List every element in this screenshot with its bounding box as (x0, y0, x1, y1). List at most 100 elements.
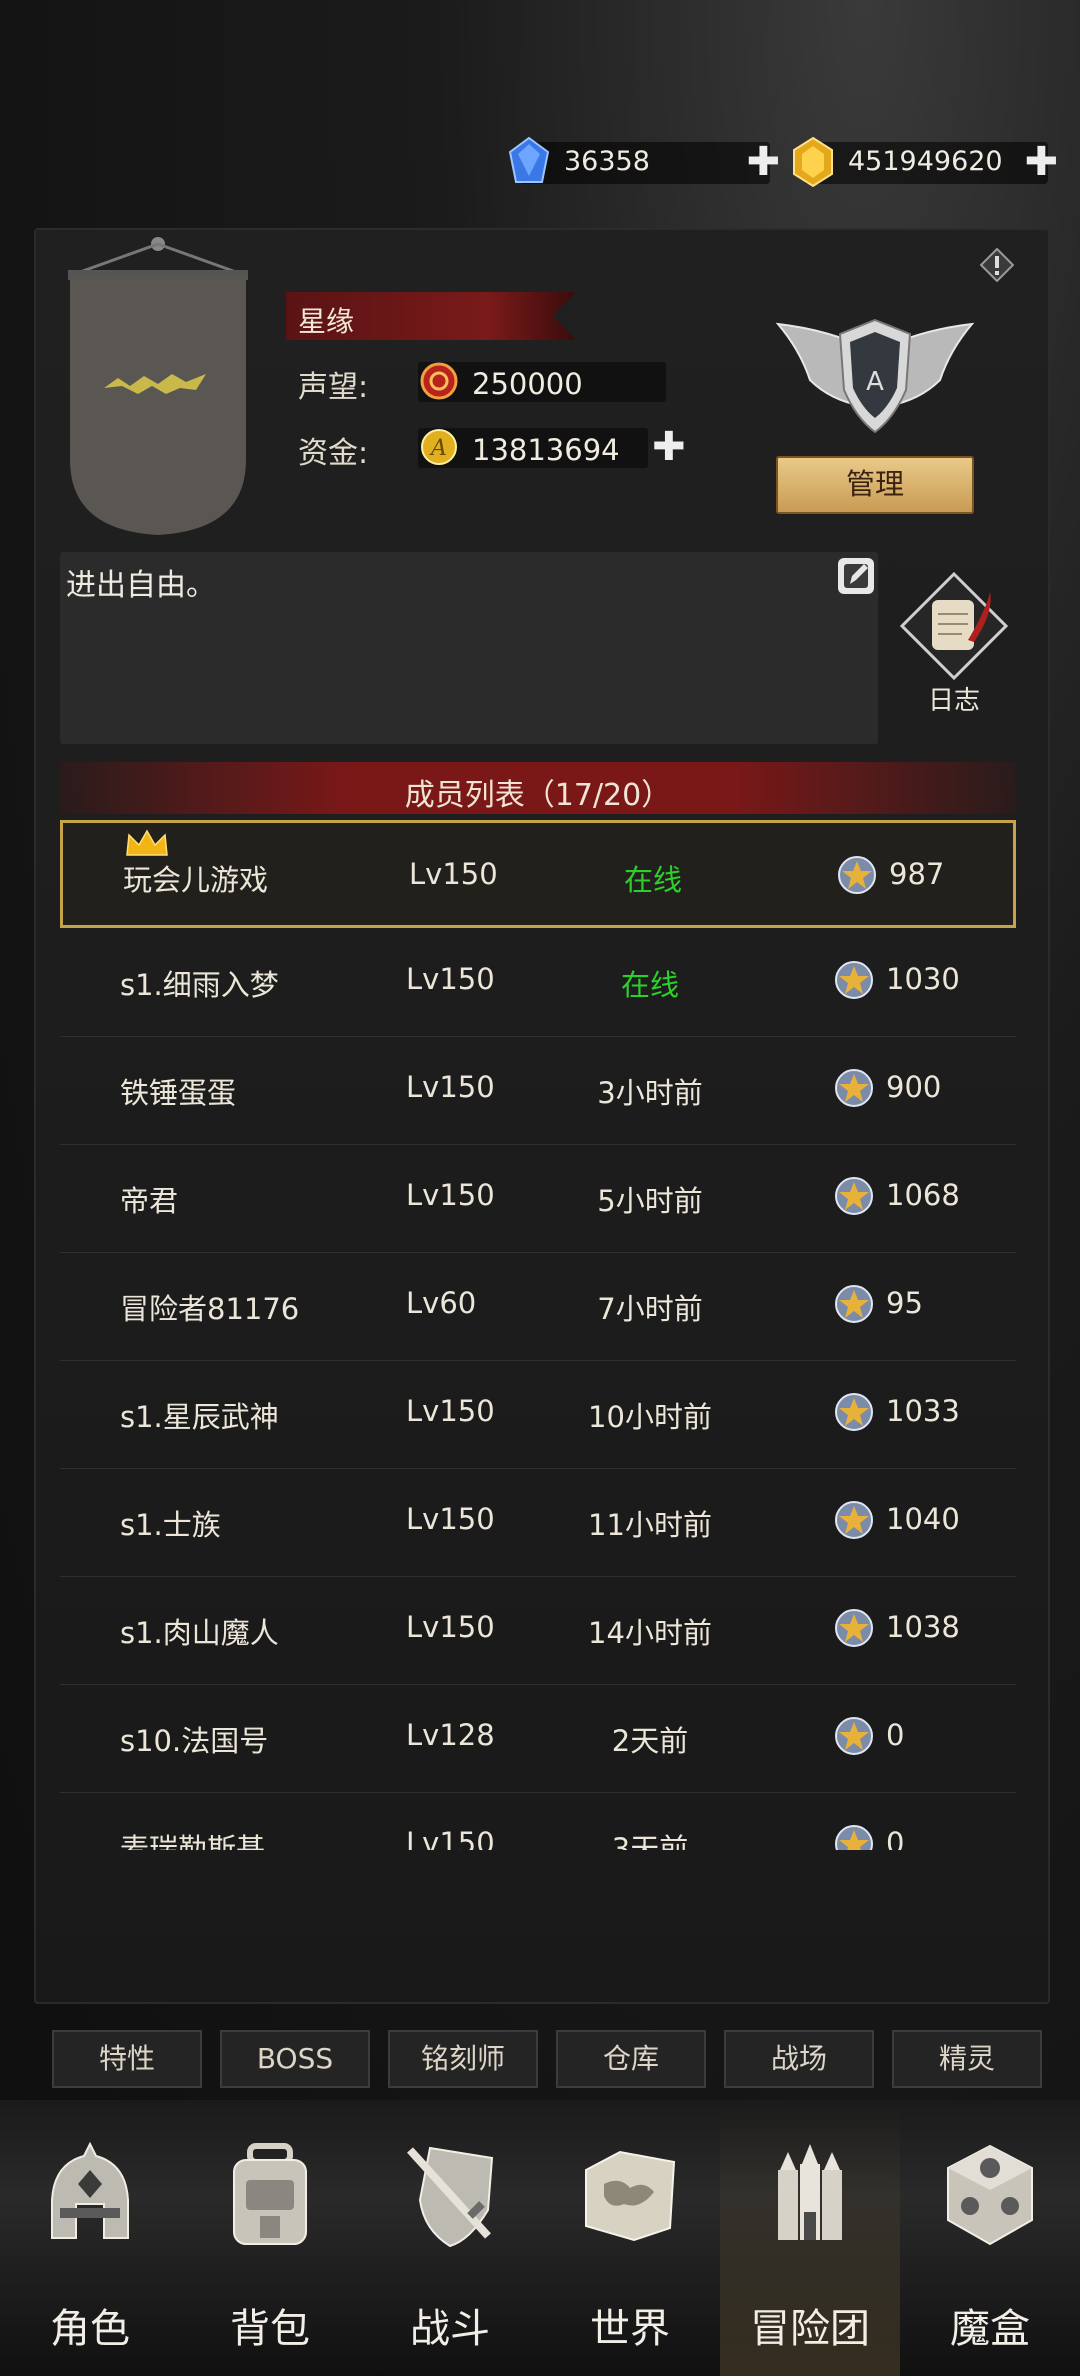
member-status: 在线 (623, 863, 682, 897)
member-points: 95 (886, 1286, 923, 1320)
member-row[interactable]: 冒险者81176 Lv60 7小时前 95 (60, 1252, 1016, 1361)
member-list-title: 成员列表（17/20） (404, 778, 672, 813)
sword-shield-icon (407, 2146, 494, 2248)
member-row[interactable]: 帝君 Lv150 5小时前 1068 (60, 1144, 1016, 1253)
member-status: 3小时前 (597, 1076, 703, 1110)
crown-icon (126, 829, 168, 856)
reputation-value: 250000 (472, 367, 583, 401)
tab-engraver[interactable]: 铭刻师 (388, 2030, 538, 2088)
guild-name: 星缘 (298, 305, 355, 338)
helmet-icon (51, 2141, 129, 2239)
notice-text: 进出自由。 (66, 568, 216, 603)
add-gold-button[interactable]: ✚ (1024, 142, 1058, 182)
resource-bar: 36358 ✚ 451949620 ✚ (0, 130, 1080, 200)
member-points: 987 (889, 857, 945, 891)
member-name: s1.士族 (120, 1508, 221, 1542)
member-row[interactable]: s1.肉山魔人 Lv150 14小时前 1038 (60, 1576, 1016, 1685)
nav-magic-box[interactable]: 魔盒 (900, 2100, 1080, 2376)
nav-label: 战斗 (410, 2306, 490, 2352)
member-status: 11小时前 (588, 1508, 712, 1542)
member-name: 玩会儿游戏 (123, 863, 269, 897)
nav-adventure-group[interactable]: 冒险团 (720, 2100, 900, 2376)
member-level: Lv128 (406, 1718, 495, 1752)
member-level: Lv150 (406, 962, 495, 996)
tab-warehouse[interactable]: 仓库 (556, 2030, 706, 2088)
funds-label: 资金: (298, 436, 369, 471)
member-points: 0 (886, 1718, 905, 1752)
member-name: s1.肉山魔人 (120, 1616, 279, 1650)
contribution-medal-icon (835, 1717, 873, 1755)
member-level: Lv150 (406, 1610, 495, 1644)
member-name: s10.法国号 (120, 1724, 269, 1758)
member-row[interactable]: 铁锤蛋蛋 Lv150 3小时前 900 (60, 1036, 1016, 1145)
member-list[interactable]: 玩会儿游戏 Lv150 在线 987 s1.细雨入梦 Lv150 在线 1030… (60, 820, 1016, 1850)
member-row[interactable]: s10.法国号 Lv128 2天前 0 (60, 1684, 1016, 1793)
member-name: 冒险者81176 (120, 1292, 300, 1326)
guild-name-plate: 星缘 (286, 292, 576, 340)
member-row[interactable]: 麦瑞勒斯基 Lv150 3天前 0 (60, 1792, 1016, 1850)
add-diamonds-button[interactable]: ✚ (746, 142, 780, 182)
member-level: Lv150 (409, 857, 498, 891)
member-row[interactable]: s1.士族 Lv150 11小时前 1040 (60, 1468, 1016, 1577)
member-level: Lv150 (406, 1070, 495, 1104)
diamond-counter: 36358 ✚ (508, 136, 780, 184)
nav-battle[interactable]: 战斗 (360, 2100, 540, 2376)
member-points: 900 (886, 1070, 942, 1104)
member-status: 3天前 (611, 1832, 689, 1850)
member-level: Lv150 (406, 1178, 495, 1212)
member-row[interactable]: 玩会儿游戏 Lv150 在线 987 (60, 820, 1016, 928)
member-points: 1030 (886, 962, 960, 996)
nav-label: 世界 (590, 2306, 670, 2352)
contribution-medal-icon (838, 856, 876, 894)
member-status: 14小时前 (588, 1616, 712, 1650)
contribution-medal-icon (835, 1609, 873, 1647)
rank-letter: A (866, 367, 884, 397)
reputation-medal-icon (420, 362, 458, 400)
member-points: 1068 (886, 1178, 960, 1212)
diamond-value: 36358 (564, 146, 650, 177)
member-points: 1038 (886, 1610, 960, 1644)
reputation-label: 声望: (298, 370, 369, 405)
scroll-quill-icon[interactable] (898, 570, 1010, 680)
gold-counter: 451949620 ✚ (793, 136, 1058, 188)
magic-cube-icon (947, 2144, 1033, 2246)
info-icon[interactable] (980, 248, 1014, 282)
member-points: 1033 (886, 1394, 960, 1428)
contribution-medal-icon (835, 1285, 873, 1323)
member-name: 麦瑞勒斯基 (120, 1832, 266, 1850)
nav-label: 魔盒 (950, 2306, 1030, 2352)
member-row[interactable]: s1.星辰武神 Lv150 10小时前 1033 (60, 1360, 1016, 1469)
edit-icon[interactable] (836, 556, 876, 596)
tab-traits[interactable]: 特性 (52, 2030, 202, 2088)
nav-world[interactable]: 世界 (540, 2100, 720, 2376)
member-name: s1.星辰武神 (120, 1400, 279, 1434)
member-level: Lv150 (406, 1826, 495, 1850)
member-name: 铁锤蛋蛋 (120, 1076, 237, 1110)
member-points: 0 (886, 1826, 905, 1850)
log-label[interactable]: 日志 (898, 680, 1010, 717)
svg-text:A: A (429, 436, 447, 461)
member-name: 帝君 (120, 1184, 179, 1218)
contribution-medal-icon (835, 1069, 873, 1107)
nav-character[interactable]: 角色 (0, 2100, 180, 2376)
member-level: Lv60 (406, 1286, 477, 1320)
member-row[interactable]: s1.细雨入梦 Lv150 在线 1030 (60, 928, 1016, 1037)
tab-spirit[interactable]: 精灵 (892, 2030, 1042, 2088)
contribution-medal-icon (835, 961, 873, 999)
member-status: 2天前 (611, 1724, 689, 1758)
add-funds-button[interactable]: ✚ (652, 424, 686, 470)
member-name: s1.细雨入梦 (120, 968, 279, 1002)
manage-button[interactable]: 管理 (776, 456, 974, 514)
contribution-medal-icon (835, 1501, 873, 1539)
nav-backpack[interactable]: 背包 (180, 2100, 360, 2376)
member-status: 10小时前 (588, 1400, 712, 1434)
tab-boss[interactable]: BOSS (220, 2030, 370, 2088)
member-list-header: 成员列表（17/20） (60, 762, 1016, 814)
guild-rank-emblem-icon: A (775, 318, 975, 434)
nav-label: 角色 (50, 2306, 130, 2352)
guild-banner-icon (68, 237, 248, 535)
member-status: 5小时前 (597, 1184, 703, 1218)
map-icon (585, 2150, 676, 2242)
member-level: Lv150 (406, 1502, 495, 1536)
tab-battlefield[interactable]: 战场 (724, 2030, 874, 2088)
